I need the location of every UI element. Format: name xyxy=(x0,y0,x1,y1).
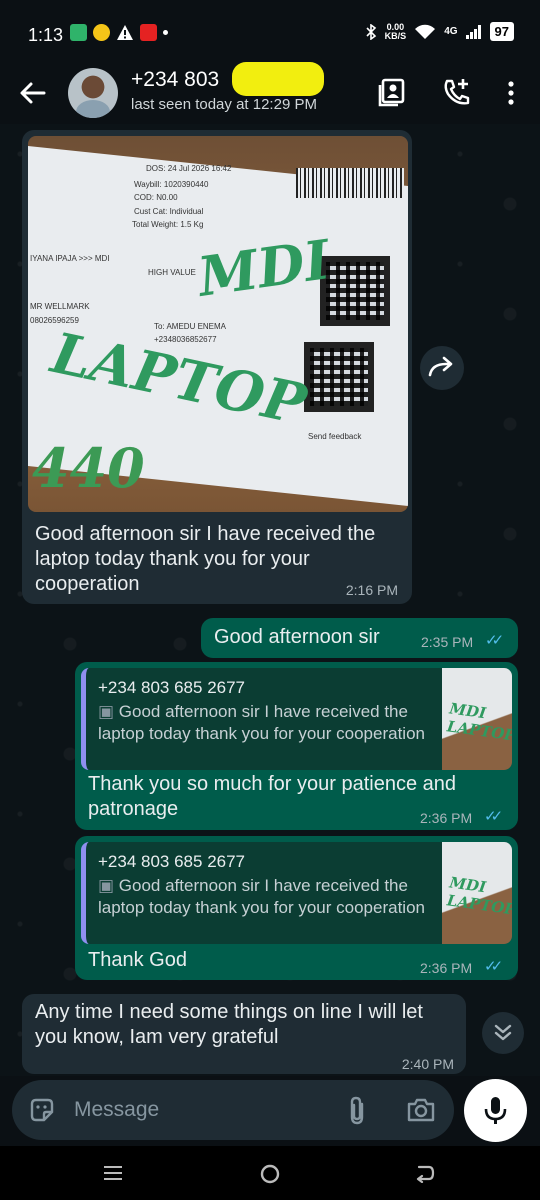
label-route: IYANA IPAJA >>> MDI xyxy=(30,254,110,263)
quote-author: +234 803 685 2677 xyxy=(98,852,246,871)
label-high-value: HIGH VALUE xyxy=(148,268,196,277)
avatar[interactable] xyxy=(68,68,118,118)
quoted-message[interactable]: +234 803 685 2677 ▣ Good afternoon sir I… xyxy=(81,842,512,944)
message-text: Thank God xyxy=(88,949,187,971)
label-cust-cat: Cust Cat: Individual xyxy=(134,207,204,216)
qr-code-2 xyxy=(304,342,374,412)
forward-icon xyxy=(428,356,453,377)
outgoing-reply-message[interactable]: +234 803 685 2677 ▣ Good afternoon sir I… xyxy=(75,836,518,980)
back-arrow-icon[interactable] xyxy=(18,78,48,108)
contacts-book-icon[interactable] xyxy=(375,76,409,110)
quote-text: ▣ Good afternoon sir I have received the… xyxy=(98,876,425,917)
message-time: 2:35 PM xyxy=(421,634,474,650)
signal-icon xyxy=(465,24,481,39)
scroll-down-button[interactable] xyxy=(482,1012,524,1054)
network-type: 4G xyxy=(444,26,458,37)
wifi-icon xyxy=(415,24,436,39)
recent-apps-icon[interactable] xyxy=(103,1163,123,1183)
outgoing-reply-message[interactable]: +234 803 685 2677 ▣ Good afternoon sir I… xyxy=(75,662,518,830)
network-speed: 0.00 KB/S xyxy=(384,21,407,41)
message-input[interactable]: Message xyxy=(74,1098,159,1122)
more-notifications-dot xyxy=(163,30,168,35)
forward-button[interactable] xyxy=(420,346,464,390)
message-text: Any time I need some things on line I wi… xyxy=(35,1001,423,1048)
label-date: DOS: 24 Jul 2026 16:42 xyxy=(146,164,232,173)
message-text: Good afternoon sir xyxy=(214,626,380,648)
message-time: 2:40 PM xyxy=(401,1056,454,1072)
notification-icons xyxy=(70,24,168,41)
quote-thumbnail: MDI LAPTOP xyxy=(442,842,512,944)
emoji-notification-icon xyxy=(93,24,110,41)
message-time: 2:16 PM xyxy=(345,582,398,598)
message-input-bar[interactable]: Message xyxy=(12,1080,454,1140)
quote-thumbnail: MDI LAPTOP xyxy=(442,668,512,770)
back-nav-icon[interactable] xyxy=(414,1163,436,1183)
read-ticks-icon: ✓✓ xyxy=(484,958,503,975)
quote-author: +234 803 685 2677 xyxy=(98,678,246,697)
label-sender: MR WELLMARK xyxy=(30,302,90,311)
system-nav-bar xyxy=(0,1146,540,1200)
message-image[interactable]: DOS: 24 Jul 2026 16:42 Waybill: 10203904… xyxy=(28,136,408,512)
last-seen-status[interactable]: last seen today at 12:29 PM xyxy=(131,96,317,113)
mic-icon xyxy=(484,1097,507,1124)
contact-name[interactable]: +234 803 xyxy=(131,68,219,92)
photo-icon: ▣ xyxy=(98,876,119,895)
barcode xyxy=(296,168,404,198)
quote-text: ▣ Good afternoon sir I have received the… xyxy=(98,702,425,743)
system-status-icons: 0.00 KB/S 4G 97 xyxy=(365,22,514,41)
read-ticks-icon: ✓✓ xyxy=(484,808,503,825)
app-notification-icon xyxy=(70,24,87,41)
message-time: 2:36 PM xyxy=(420,810,473,826)
incoming-image-message[interactable]: DOS: 24 Jul 2026 16:42 Waybill: 10203904… xyxy=(22,130,412,604)
chat-area[interactable]: DOS: 24 Jul 2026 16:42 Waybill: 10203904… xyxy=(0,124,540,1076)
label-cod: COD: N0.00 xyxy=(134,193,178,202)
home-icon[interactable] xyxy=(259,1163,281,1185)
photo-icon: ▣ xyxy=(98,702,119,721)
status-time: 1:13 xyxy=(28,25,64,45)
outgoing-message[interactable]: Good afternoon sir 2:35 PM ✓✓ xyxy=(201,618,518,658)
warning-icon xyxy=(117,25,133,40)
label-recipient: To: AMEDU ENEMA xyxy=(154,322,227,331)
bluetooth-icon xyxy=(366,23,376,40)
battery-level: 97 xyxy=(489,22,514,41)
chat-header: +234 803 last seen today at 12:29 PM xyxy=(0,62,540,124)
attach-icon[interactable] xyxy=(344,1096,370,1126)
scroll-down-icon xyxy=(494,1024,512,1041)
quoted-message[interactable]: +234 803 685 2677 ▣ Good afternoon sir I… xyxy=(81,668,512,770)
add-call-icon[interactable] xyxy=(440,76,474,110)
sticker-icon[interactable] xyxy=(28,1096,56,1124)
incoming-message[interactable]: Any time I need some things on line I wi… xyxy=(22,994,466,1074)
more-vert-icon[interactable] xyxy=(494,76,528,110)
read-ticks-icon: ✓✓ xyxy=(485,632,504,649)
airtel-icon xyxy=(140,24,157,41)
message-time: 2:36 PM xyxy=(420,960,473,976)
label-feedback: Send feedback xyxy=(308,432,362,441)
redaction-mark xyxy=(232,62,324,96)
camera-icon[interactable] xyxy=(406,1096,436,1124)
handwriting-number: 440 xyxy=(32,436,145,500)
label-weight: Total Weight: 1.5 Kg xyxy=(132,220,204,229)
label-waybill: Waybill: 1020390440 xyxy=(134,180,209,189)
voice-message-button[interactable] xyxy=(464,1079,527,1142)
status-bar: 1:13 0.00 KB/S 4G 97 xyxy=(0,0,540,62)
